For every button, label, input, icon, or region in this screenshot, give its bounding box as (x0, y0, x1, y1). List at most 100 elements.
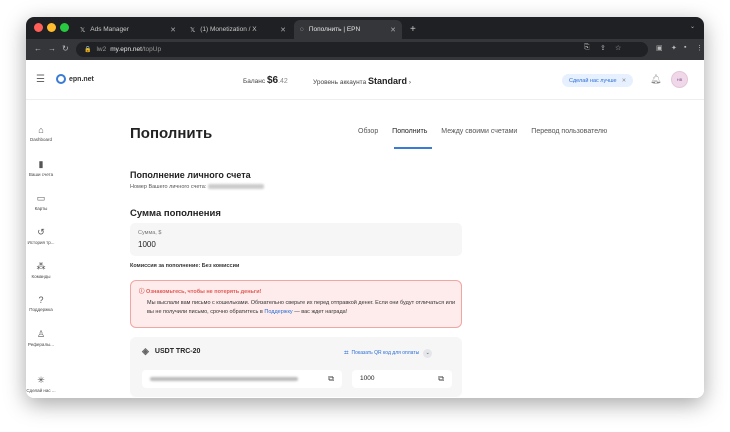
extension-icon[interactable]: ▣ (656, 44, 663, 52)
site-header: ☰ epn.net Баланс $6.42 Уровень аккаунта … (26, 60, 704, 100)
balance-main: $6 (266, 75, 279, 86)
sidebar-item-label: Ваши счета (28, 172, 54, 177)
bell-icon[interactable]: 🔔︎ (650, 74, 661, 85)
history-icon: ↺ (37, 227, 45, 237)
sidebar-item-label: Карты (34, 206, 48, 211)
team-icon: ⁂ (36, 261, 46, 271)
feedback-label: Сделай нас лучше (569, 77, 617, 84)
hamburger-menu-icon[interactable]: ☰ (36, 74, 45, 85)
support-link[interactable]: Поддержку (264, 309, 292, 315)
x-logo-icon: 𝕏 (190, 26, 196, 34)
sidebar-item-teams[interactable]: ⁂ Команды (26, 261, 56, 279)
sidebar-item-referrals[interactable]: ♙ Рефералы... (26, 329, 56, 347)
close-tab-icon[interactable]: ✕ (170, 26, 176, 34)
currency-name: USDT TRC-20 (154, 348, 201, 355)
copy-icon[interactable]: ⧉ (438, 374, 444, 384)
feedback-badge[interactable]: Сделай нас лучше ✕ (562, 74, 634, 87)
amount-input[interactable]: Сумма, $ 1000 (130, 223, 462, 256)
back-icon[interactable]: ← (34, 44, 42, 53)
balance-cents: .42 (278, 78, 288, 85)
zoom-window-icon[interactable] (60, 23, 69, 32)
copy-icon[interactable]: ⧉ (328, 374, 334, 384)
sidebar-item-label: Сделай нас ... (26, 388, 56, 393)
browser-tab-monetization[interactable]: 𝕏 (1) Monetization / X ✕ (184, 20, 292, 39)
sidebar-item-cards[interactable]: ▭ Карты (26, 193, 56, 211)
sidebar: ⌂ Dashboard ▮ Ваши счета ▭ Карты ↺ Истор… (26, 101, 56, 398)
qr-label: Показать QR код для оплаты (351, 350, 420, 356)
logo-text: epn.net (69, 75, 94, 83)
warning-body: Мы выслали вам письмо с кошельками. Обяз… (147, 299, 461, 317)
chevron-down-icon: ⌄ (423, 348, 433, 358)
avatar[interactable]: НВ (671, 71, 688, 88)
pay-amount-field[interactable]: 1000 ⧉ (352, 370, 452, 388)
chevron-right-icon: › (408, 79, 412, 86)
section-tabs: Обзор Пополнить Между своими счетами Пер… (358, 128, 619, 135)
document-icon: ▮ (38, 159, 44, 169)
close-tab-icon[interactable]: ✕ (390, 26, 396, 34)
url-prefix: lw2 (96, 46, 107, 53)
account-level[interactable]: Уровень аккаунта Standard › (313, 76, 411, 86)
sidebar-item-label: Dashboard (29, 137, 52, 142)
tab-strip: 𝕏 Ads Manager ✕ 𝕏 (1) Monetization / X ✕… (26, 17, 704, 39)
browser-tab-ads-manager[interactable]: 𝕏 Ads Manager ✕ (74, 20, 182, 39)
warning-alert: ⓘ Ознакомьтесь, чтобы не потерять деньги… (130, 280, 462, 328)
home-icon: ⌂ (38, 125, 44, 135)
epn-favicon-icon: ◌ (300, 26, 304, 33)
tab-label: Пополнить | EPN (308, 26, 361, 33)
show-qr-button[interactable]: ⌗ Показать QR код для оплаты ⌄ (344, 348, 433, 358)
tab-label: Ads Manager (90, 26, 129, 33)
puzzle-icon[interactable]: ✦ (671, 44, 677, 52)
lock-icon: 🔒 (84, 47, 92, 53)
sidebar-item-history[interactable]: ↺ История тр... (26, 227, 56, 245)
amount-value: 1000 (138, 240, 156, 249)
bookmark-star-icon[interactable]: ☆ (615, 44, 621, 52)
epn-logo[interactable]: epn.net (56, 74, 94, 84)
tab-topup[interactable]: Пополнить (392, 128, 427, 135)
wallet-address-field[interactable]: ⧉ (142, 370, 342, 388)
commission-text: Комиссия за пополнение: Без комиссии (130, 263, 240, 269)
warning-title: Ознакомьтесь, чтобы не потерять деньги! (146, 289, 262, 295)
redacted-address (150, 377, 298, 381)
x-logo-icon: 𝕏 (80, 26, 86, 34)
close-icon[interactable]: ✕ (622, 78, 627, 84)
translate-icon[interactable]: ⎘ (584, 44, 590, 52)
sidebar-item-support[interactable]: ? Поддержка (26, 295, 56, 312)
sidebar-item-feedback[interactable]: ✳ Сделай нас ... (26, 375, 56, 393)
minimize-window-icon[interactable] (47, 23, 56, 32)
tab-between-accounts[interactable]: Между своими счетами (441, 128, 517, 135)
level-value: Standard (368, 76, 408, 86)
level-label: Уровень аккаунта (313, 79, 367, 86)
sidebar-item-label: История тр... (27, 240, 55, 245)
page: ☰ epn.net Баланс $6.42 Уровень аккаунта … (26, 60, 704, 398)
browser-tab-epn[interactable]: ◌ Пополнить | EPN ✕ (294, 20, 402, 39)
help-icon: ? (38, 295, 44, 305)
card-icon: ▭ (36, 193, 46, 203)
balance: Баланс $6.42 (243, 75, 288, 86)
page-title: Пополнить (130, 125, 213, 142)
account-label: Номер Вашего личного счета: (130, 184, 207, 190)
sidebar-item-label: Рефералы... (27, 342, 55, 347)
profile-icon[interactable]: ▪ (684, 44, 686, 51)
share-icon[interactable]: ⇪ (600, 44, 606, 52)
qr-code-icon: ⌗ (344, 348, 349, 357)
referral-icon: ♙ (36, 329, 46, 339)
epn-logo-icon (56, 74, 66, 84)
toolbar: ← → ↻ 🔒 lw2 my.epn.net /topUp ⎘ ⇪ ☆ ▣ ✦ … (26, 39, 704, 60)
tab-transfer-user[interactable]: Перевод пользователю (531, 128, 607, 135)
sparkle-icon: ✳ (37, 375, 45, 385)
new-tab-button[interactable]: + (404, 20, 422, 39)
close-tab-icon[interactable]: ✕ (280, 26, 286, 34)
browser-window: 𝕏 Ads Manager ✕ 𝕏 (1) Monetization / X ✕… (26, 17, 704, 398)
url-host: my.epn.net (110, 46, 142, 53)
reload-icon[interactable]: ↻ (62, 44, 69, 53)
close-window-icon[interactable] (34, 23, 43, 32)
sidebar-item-dashboard[interactable]: ⌂ Dashboard (26, 125, 56, 142)
tab-overview[interactable]: Обзор (358, 128, 378, 135)
tab-search-icon[interactable]: ⌄ (690, 23, 695, 30)
menu-kebab-icon[interactable]: ⋮ (696, 44, 703, 52)
address-bar[interactable]: 🔒 lw2 my.epn.net /topUp (76, 42, 648, 57)
warning-heading: ⓘ Ознакомьтесь, чтобы не потерять деньги… (139, 287, 261, 295)
sidebar-item-accounts[interactable]: ▮ Ваши счета (26, 159, 56, 177)
amount-title: Сумма пополнения (130, 208, 221, 219)
forward-icon[interactable]: → (48, 44, 56, 53)
